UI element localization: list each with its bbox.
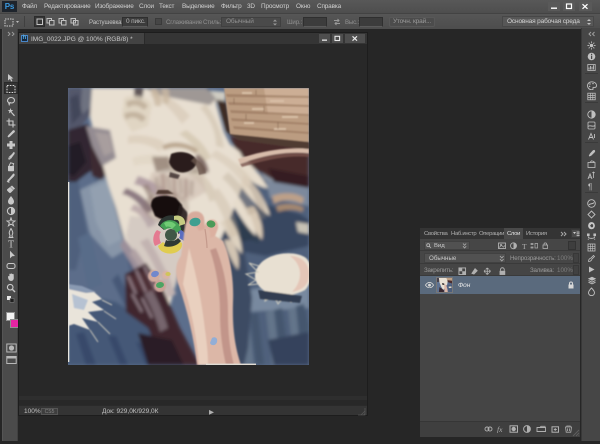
svg-text:fx: fx [497,425,503,433]
svg-text:¶: ¶ [588,182,592,191]
svg-text:T: T [8,239,14,248]
svg-text:T: T [522,242,527,250]
